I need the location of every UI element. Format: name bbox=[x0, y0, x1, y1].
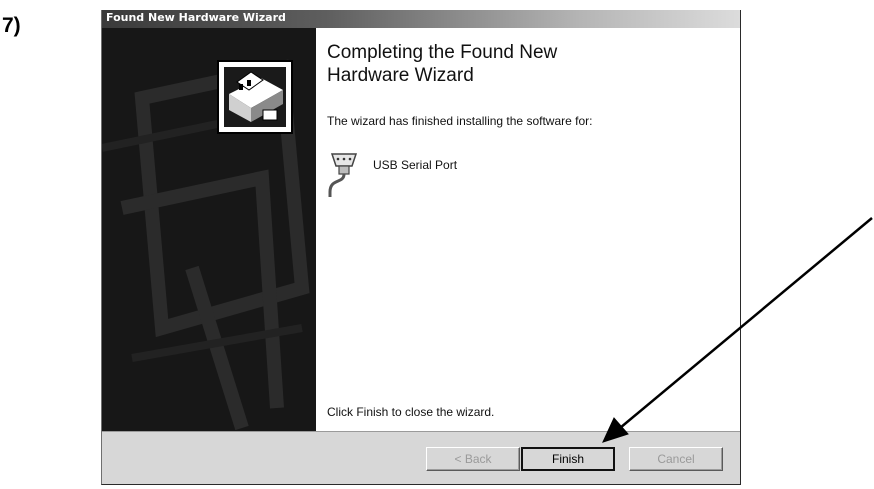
window-title: Found New Hardware Wizard bbox=[106, 11, 286, 24]
back-button[interactable]: < Back bbox=[426, 447, 520, 471]
hardware-wizard-icon bbox=[217, 60, 293, 134]
wizard-side-panel bbox=[102, 28, 316, 431]
intro-text: The wizard has finished installing the s… bbox=[327, 114, 593, 128]
wizard-content: Completing the Found New Hardware Wizard… bbox=[316, 28, 740, 431]
finish-button[interactable]: Finish bbox=[521, 447, 615, 471]
device-name: USB Serial Port bbox=[373, 158, 458, 172]
step-number-label: 7) bbox=[2, 14, 21, 37]
wizard-window: Found New Hardware Wizard Completing the… bbox=[101, 10, 741, 485]
button-bar: < Back Finish Cancel bbox=[102, 431, 740, 484]
closing-text: Click Finish to close the wizard. bbox=[327, 405, 495, 419]
title-bar[interactable]: Found New Hardware Wizard bbox=[102, 10, 740, 28]
wizard-heading: Completing the Found New Hardware Wizard bbox=[327, 42, 558, 86]
cancel-button[interactable]: Cancel bbox=[629, 447, 723, 471]
serial-port-icon bbox=[328, 153, 358, 197]
